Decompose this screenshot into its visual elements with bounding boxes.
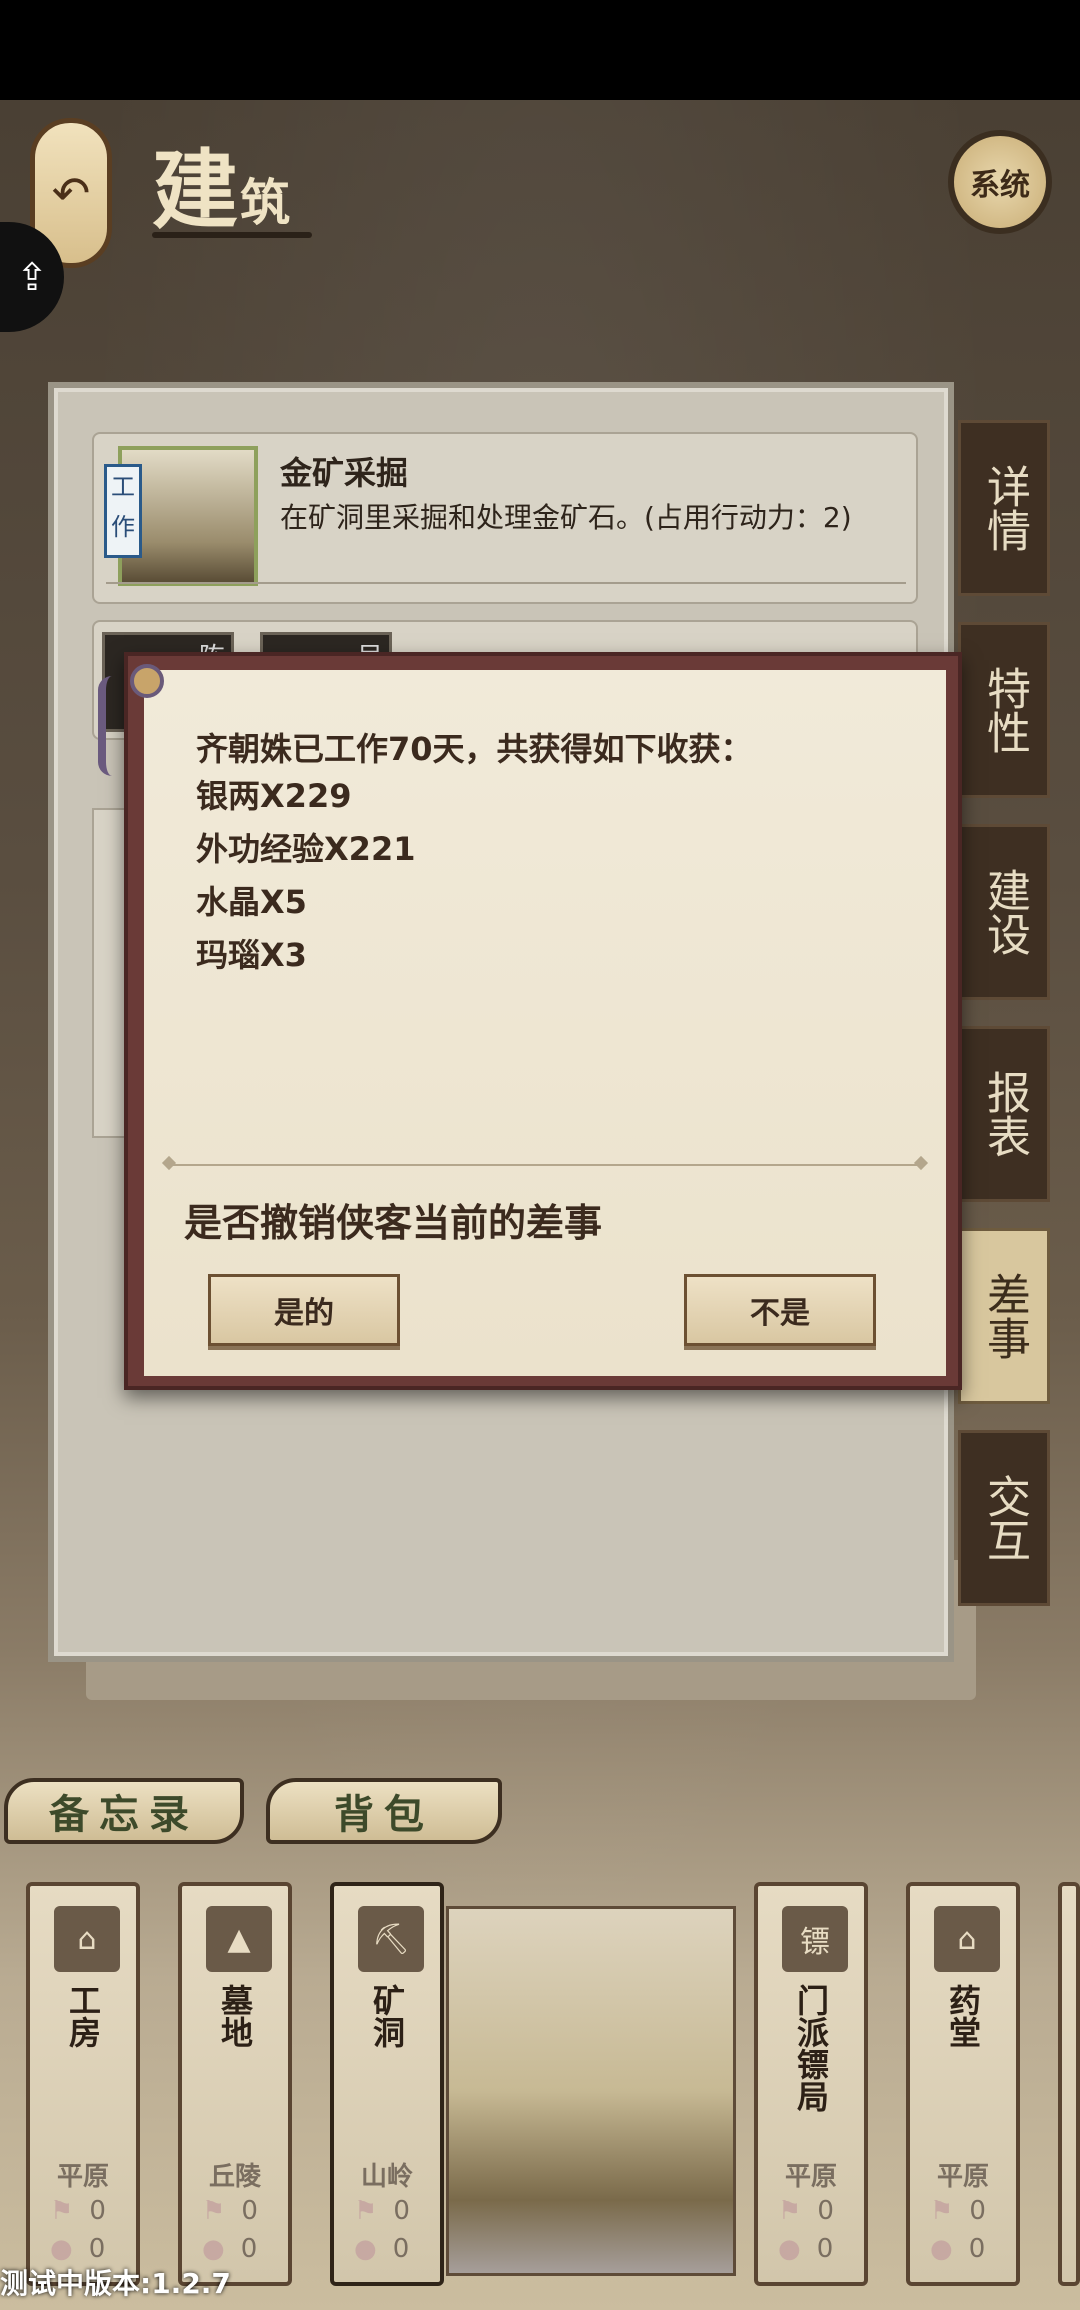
pin-string bbox=[98, 676, 112, 776]
building-stat: ⚑ 0 bbox=[778, 2196, 834, 2226]
building-name: 工房 bbox=[64, 1984, 102, 2048]
tab-errand[interactable]: 差事 bbox=[958, 1228, 1050, 1404]
tab-details[interactable]: 详情 bbox=[958, 420, 1050, 596]
building-terrain: 平原 bbox=[784, 2162, 837, 2192]
building-card-escort[interactable]: 镖 门派镖局 平原 ⚑ 0 ● 0 bbox=[754, 1882, 868, 2286]
building-card-graveyard[interactable]: ▲ 墓地 丘陵 ⚑ 0 ● 0 bbox=[178, 1882, 292, 2286]
task-description: 在矿洞里采掘和处理金矿石。(占用行动力：2) bbox=[280, 501, 852, 534]
tab-label: 报表 bbox=[979, 1070, 1030, 1158]
memo-tab[interactable]: 备忘录 bbox=[4, 1778, 244, 1844]
system-button[interactable]: 系统 bbox=[948, 130, 1052, 234]
tab-traits[interactable]: 特性 bbox=[958, 622, 1050, 798]
task-title: 金矿采掘 bbox=[280, 454, 409, 492]
bag-tab[interactable]: 背包 bbox=[266, 1778, 502, 1844]
building-stat: ● 0 bbox=[354, 2234, 410, 2264]
tab-label: 交互 bbox=[979, 1474, 1030, 1562]
workshop-icon: ⌂ bbox=[54, 1906, 120, 1972]
tab-label: 特性 bbox=[979, 666, 1030, 754]
building-stat: ⚑ 0 bbox=[202, 2196, 258, 2226]
page-title-sub: 筑 bbox=[240, 173, 292, 232]
building-card-pharmacy[interactable]: ⌂ 药堂 平原 ⚑ 0 ● 0 bbox=[906, 1882, 1020, 2286]
building-stat: ● 0 bbox=[50, 2234, 106, 2264]
reward-item: 玛瑙X3 bbox=[196, 936, 307, 974]
pharmacy-icon: ⌂ bbox=[934, 1906, 1000, 1972]
reward-item: 外功经验X221 bbox=[196, 830, 416, 868]
reward-item: 银两X229 bbox=[196, 777, 352, 815]
tab-label: 差事 bbox=[979, 1272, 1030, 1360]
building-stat: ● 0 bbox=[202, 2234, 258, 2264]
building-terrain: 丘陵 bbox=[208, 2162, 261, 2192]
work-tag: 工作 bbox=[104, 464, 142, 558]
dialog-message: 齐朝姝已工作70天，共获得如下收获： bbox=[196, 730, 753, 768]
tab-label: 建设 bbox=[979, 868, 1030, 956]
building-stat: ⚑ 0 bbox=[50, 2196, 106, 2226]
reward-item: 水晶X5 bbox=[196, 883, 307, 921]
building-name: 药堂 bbox=[944, 1984, 982, 2048]
building-terrain: 山岭 bbox=[360, 2162, 413, 2192]
tab-construction[interactable]: 建设 bbox=[958, 824, 1050, 1000]
building-stat: ⚑ 0 bbox=[930, 2196, 986, 2226]
tab-interaction[interactable]: 交互 bbox=[958, 1430, 1050, 1606]
dialog-divider bbox=[168, 1164, 922, 1166]
building-card-workshop[interactable]: ⌂ 工房 平原 ⚑ 0 ● 0 bbox=[26, 1882, 140, 2286]
building-stat: ● 0 bbox=[930, 2234, 986, 2264]
mountain-icon: ▲ bbox=[206, 1906, 272, 1972]
building-name: 矿洞 bbox=[368, 1984, 406, 2048]
building-terrain: 平原 bbox=[936, 2162, 989, 2192]
building-terrain: 平原 bbox=[56, 2162, 109, 2192]
building-card-partial[interactable] bbox=[1058, 1882, 1080, 2286]
pin-icon bbox=[130, 664, 164, 698]
building-name: 墓地 bbox=[216, 1984, 254, 2048]
back-arrow-icon: ↶ bbox=[51, 166, 91, 220]
tab-report[interactable]: 报表 bbox=[958, 1026, 1050, 1202]
card-divider bbox=[106, 582, 906, 584]
page-title-main: 建 bbox=[152, 140, 240, 241]
escort-icon: 镖 bbox=[782, 1906, 848, 1972]
dialog-question: 是否撤销侠客当前的差事 bbox=[184, 1201, 603, 1245]
dialog-paper: 齐朝姝已工作70天，共获得如下收获： 银两X229 外功经验X221 水晶X5 … bbox=[98, 664, 946, 1376]
version-label: 测试中版本:1.2.7 bbox=[0, 2267, 231, 2300]
building-stat: ● 0 bbox=[778, 2234, 834, 2264]
mine-preview-image bbox=[446, 1906, 736, 2276]
reward-list: 银两X229 外功经验X221 水晶X5 玛瑙X3 bbox=[196, 770, 415, 982]
building-name: 门派镖局 bbox=[792, 1984, 830, 2112]
confirm-button[interactable]: 是的 bbox=[208, 1274, 400, 1346]
building-card-mine[interactable]: ⛏ 矿洞 山岭 ⚑ 0 ● 0 bbox=[330, 1882, 444, 2286]
mine-icon: ⛏ bbox=[358, 1906, 424, 1972]
title-underline bbox=[152, 232, 312, 238]
building-stat: ⚑ 0 bbox=[354, 2196, 410, 2226]
tab-label: 详情 bbox=[979, 464, 1030, 552]
task-card[interactable]: 工作 金矿采掘 在矿洞里采掘和处理金矿石。(占用行动力：2) bbox=[92, 432, 918, 604]
cancel-button[interactable]: 不是 bbox=[684, 1274, 876, 1346]
confirm-dialog: 齐朝姝已工作70天，共获得如下收获： 银两X229 外功经验X221 水晶X5 … bbox=[98, 652, 962, 1390]
page-title: 建筑 bbox=[152, 120, 292, 245]
